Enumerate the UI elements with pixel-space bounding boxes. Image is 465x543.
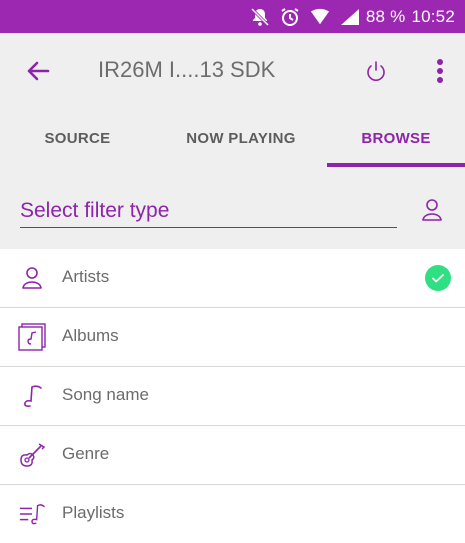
list-item-label: Playlists — [62, 503, 125, 522]
signal-icon — [340, 7, 360, 27]
tab-browse[interactable]: BROWSE — [327, 109, 465, 167]
check-icon — [425, 265, 451, 291]
wifi-icon — [310, 7, 330, 27]
list-item-artists[interactable]: Artists — [0, 249, 465, 308]
battery-level: 88 % — [365, 6, 406, 26]
music-note-icon — [18, 382, 46, 410]
list-item-genre[interactable]: Genre — [0, 426, 465, 485]
device-title: IR26M I....13 SDK — [98, 57, 276, 82]
filter-bar: Select filter type — [0, 167, 465, 249]
power-icon[interactable] — [362, 57, 390, 85]
list-item-label: Albums — [62, 326, 119, 345]
filter-list: Artists Albums Song name Genre Playlists — [0, 249, 465, 543]
tab-now-playing[interactable]: NOW PLAYING — [155, 109, 327, 167]
playlist-icon — [18, 500, 46, 528]
notifications-off-icon — [250, 7, 270, 27]
list-item-albums[interactable]: Albums — [0, 308, 465, 367]
list-item-label: Song name — [62, 385, 149, 404]
toolbar: IR26M I....13 SDK — [0, 33, 465, 109]
person-icon — [18, 264, 46, 292]
list-item-label: Artists — [62, 267, 110, 286]
list-item-playlists[interactable]: Playlists — [0, 485, 465, 543]
clock: 10:52 — [411, 6, 455, 26]
tab-bar: SOURCE NOW PLAYING BROWSE — [0, 109, 465, 167]
more-vert-icon[interactable] — [428, 55, 452, 87]
back-arrow-icon[interactable] — [22, 55, 54, 87]
guitar-icon — [18, 441, 46, 469]
album-icon — [18, 323, 46, 351]
status-bar: 88 % 10:52 — [0, 0, 465, 33]
filter-type-label: Select filter type — [20, 199, 170, 222]
person-icon[interactable] — [419, 197, 445, 223]
alarm-icon — [280, 7, 300, 27]
filter-type-select[interactable]: Select filter type — [20, 197, 397, 228]
list-item-label: Genre — [62, 444, 110, 463]
tab-source[interactable]: SOURCE — [0, 109, 155, 167]
list-item-song-name[interactable]: Song name — [0, 367, 465, 426]
